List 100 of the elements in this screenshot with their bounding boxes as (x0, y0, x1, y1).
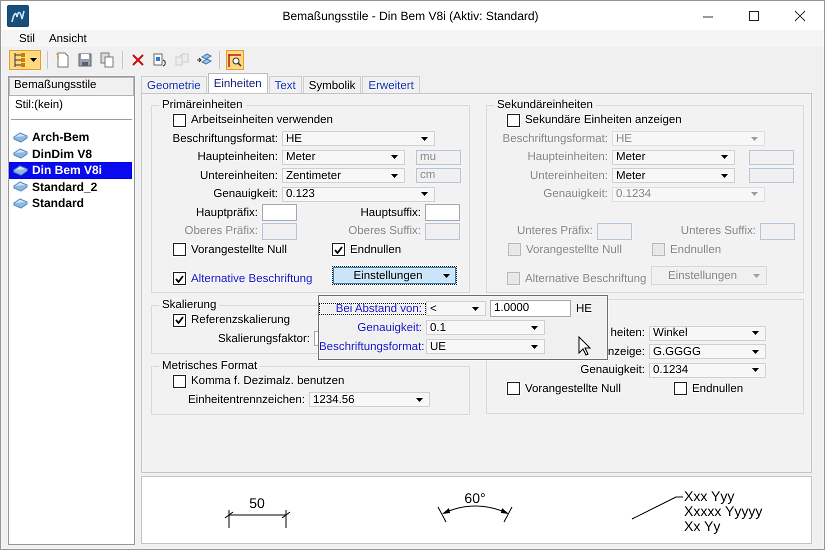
documents-icon (174, 52, 190, 68)
leader-text: Xx Yy (684, 518, 720, 534)
list-item[interactable]: Standard (9, 195, 132, 212)
text-field[interactable] (262, 204, 297, 222)
checkbox[interactable] (507, 114, 520, 127)
leader-line (632, 496, 684, 520)
leader-text: Xxxxx Yyyyy (684, 503, 762, 519)
caret-icon (472, 306, 479, 310)
save-icon (77, 52, 93, 68)
stack-icon (13, 181, 28, 192)
caret-icon (753, 274, 760, 278)
tab[interactable]: Einheiten (208, 73, 268, 93)
menu-item[interactable]: Ansicht (48, 32, 87, 44)
app-icon (7, 4, 29, 26)
field-label: Beschriftungsformat: (319, 340, 426, 352)
maximize-icon[interactable] (748, 10, 760, 22)
dropdown[interactable]: 0.123 (282, 186, 435, 202)
tab[interactable]: Geometrie (141, 76, 207, 93)
stack-icon (13, 198, 28, 209)
text-field[interactable] (425, 204, 460, 222)
checkbox-label: Alternative Beschriftung (191, 272, 312, 284)
dropdown[interactable]: Meter (612, 168, 735, 184)
style-list[interactable]: Bemaßungsstile Stil:(kein) Arch-Bem DinDim V8 Din Bem V8i Standard_2 Standard (8, 76, 135, 545)
checkbox[interactable] (173, 114, 186, 127)
dropdown[interactable]: HE (282, 131, 435, 146)
dropdown[interactable]: 1234.56 (309, 392, 430, 408)
checkbox-label: Referenzskalierung (191, 314, 290, 326)
field-label: Oberes Präfix: (184, 225, 259, 238)
list-header: Bemaßungsstile (9, 77, 134, 96)
dropdown[interactable]: Zentimeter (282, 168, 405, 184)
checkbox-label: Vorangestellte Null (525, 382, 621, 395)
delete-icon (130, 52, 146, 68)
close-icon[interactable] (794, 10, 806, 22)
checkbox-label: Arbeitseinheiten verwenden (191, 114, 333, 126)
toolbar-button[interactable] (226, 50, 244, 70)
group-title: Metrisches Format (161, 360, 258, 372)
checkbox[interactable] (173, 272, 186, 285)
field-label: Oberes Suffix: (347, 225, 422, 238)
checkbox-label: Endnullen (350, 244, 402, 256)
field-label: Hauptsuffix: (359, 206, 422, 219)
group-title: Primäreinheiten (161, 99, 244, 111)
caret-icon (391, 155, 398, 160)
stack-icon (13, 164, 28, 176)
window-title: Bemaßungsstile - Din Bem V8i (Aktiv: Standard) (281, 8, 540, 22)
checkbox-label: Sekundäre Einheiten anzeigen (525, 114, 682, 126)
checkbox-label: Endnullen (670, 244, 722, 256)
list-item[interactable]: Din Bem V8i (9, 162, 132, 178)
caret-icon (721, 174, 728, 178)
tab[interactable]: Erweitert (362, 76, 420, 93)
leader-text: Xxx Yyy (684, 488, 734, 504)
field-label: Unteres Suffix: (680, 225, 757, 238)
checkmark-icon (175, 274, 184, 282)
checkbox[interactable] (332, 243, 345, 256)
field-label: Genauigkeit: (542, 188, 609, 200)
field-label: Bei Abstand von: (319, 302, 426, 314)
text-field[interactable]: 1.0000 (490, 300, 571, 317)
angle-value: 60° (464, 490, 486, 506)
checkmark-icon (175, 316, 184, 324)
dropdown[interactable]: Meter (612, 150, 735, 165)
dimension-value: 50 (249, 495, 265, 511)
checkbox[interactable] (674, 382, 687, 396)
dropdown-button[interactable]: Einstellungen (332, 266, 457, 285)
caret-icon (421, 136, 428, 141)
tab[interactable]: Symbolik (302, 76, 362, 93)
caret-icon (421, 192, 428, 196)
list-item[interactable]: Arch-Bem (9, 129, 132, 146)
caret-icon (30, 58, 37, 62)
dropdown[interactable]: Winkel (649, 326, 766, 341)
dropdown[interactable]: UE (426, 339, 545, 354)
dropdown[interactable]: 0.1 (426, 320, 545, 335)
checkbox[interactable] (173, 314, 186, 327)
dropdown[interactable]: < (426, 301, 486, 316)
checkbox[interactable] (173, 374, 186, 388)
field-label: Genauigkeit: (212, 188, 279, 200)
caret-icon (416, 398, 423, 402)
list-item[interactable]: Standard_2 (9, 178, 132, 195)
dropdown[interactable]: G.GGGG (649, 344, 766, 360)
toolbar-button[interactable] (9, 50, 41, 70)
magnifier-frame-icon (227, 52, 243, 68)
checkbox-label: Alternative Beschriftung (525, 272, 646, 284)
list-item[interactable]: DinDim V8 (9, 146, 132, 162)
document-icon (55, 52, 71, 68)
checkbox-label: Endnullen (692, 382, 744, 395)
caret-icon (531, 326, 538, 330)
dropdown[interactable]: Meter (282, 150, 405, 165)
field-label: Unteres Präfix: (516, 225, 594, 238)
checkbox[interactable] (507, 382, 520, 396)
dropdown[interactable]: 0.1234 (649, 362, 766, 378)
checkmark-icon (334, 246, 343, 254)
field-label: Beschriftungsformat: (502, 132, 609, 145)
field-label: Einheitentrennzeichen: (187, 394, 306, 406)
group-title: Skalierung (161, 299, 218, 311)
stack-icon (13, 132, 28, 143)
menu-item[interactable]: Stil (19, 32, 35, 44)
checkbox[interactable] (173, 243, 186, 256)
caret-icon (721, 155, 728, 160)
caret-icon (751, 136, 758, 141)
field-label: Skalierungsfaktor: (216, 332, 311, 345)
tab[interactable]: Text (268, 76, 302, 93)
current-style: Stil:(kein) (11, 96, 132, 120)
